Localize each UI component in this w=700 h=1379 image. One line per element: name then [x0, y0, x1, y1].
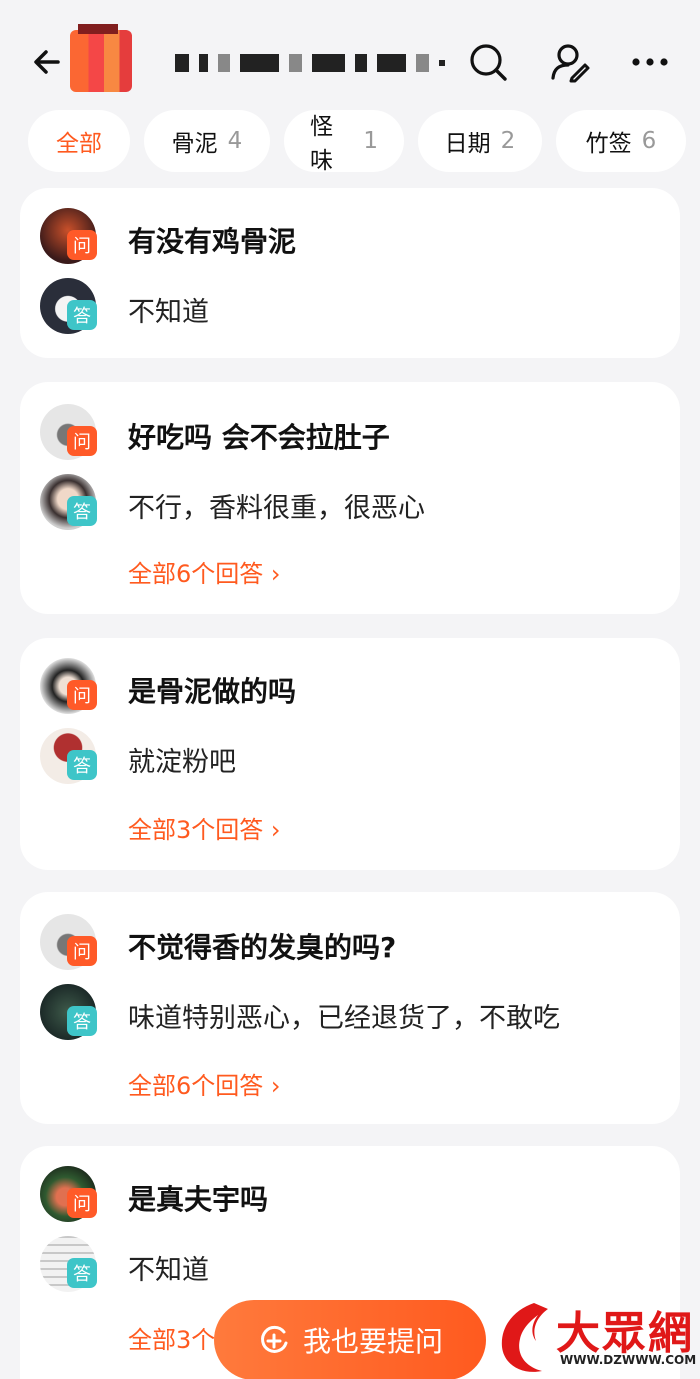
question-badge: 问	[67, 936, 97, 966]
qa-card[interactable]: 问 有没有鸡骨泥 答 不知道	[20, 188, 680, 358]
question-text: 好吃吗 会不会拉肚子	[128, 421, 390, 454]
tab-date[interactable]: 日期 2	[418, 110, 542, 172]
answer-row: 答 不知道	[20, 278, 680, 338]
question-text: 有没有鸡骨泥	[128, 225, 297, 258]
answer-text: 不知道	[128, 1255, 209, 1286]
all-answers-link[interactable]: 全部6个回答 ›	[128, 1066, 281, 1101]
question-row: 问 不觉得香的发臭的吗?	[20, 914, 680, 974]
qa-card[interactable]: 问 好吃吗 会不会拉肚子 答 不行，香料很重，很恶心 全部6个回答 ›	[20, 382, 680, 614]
ask-question-button[interactable]: 我也要提问	[214, 1300, 486, 1379]
flame-logo-icon	[501, 1303, 548, 1372]
tab-bamboo-stick[interactable]: 竹签 6	[556, 110, 686, 172]
qa-card[interactable]: 问 不觉得香的发臭的吗? 答 味道特别恶心，已经退货了，不敢吃 全部6个回答 ›	[20, 892, 680, 1124]
question-row: 问 有没有鸡骨泥	[20, 208, 680, 268]
all-answers-link[interactable]: 全部3个回答 ›	[128, 810, 281, 845]
answer-row: 答 就淀粉吧	[20, 728, 680, 788]
filter-tabs: 全部 骨泥 4 怪味 1 日期 2 竹签 6	[28, 110, 700, 172]
question-badge: 问	[67, 230, 97, 260]
question-row: 问 是真夫宇吗	[20, 1166, 680, 1226]
question-text: 不觉得香的发臭的吗?	[128, 931, 397, 964]
answer-row: 答 不行，香料很重，很恶心	[20, 474, 680, 534]
top-bar	[0, 0, 700, 110]
answer-row: 答 不知道	[20, 1236, 680, 1296]
qa-card[interactable]: 问 是骨泥做的吗 答 就淀粉吧 全部3个回答 ›	[20, 638, 680, 870]
watermark-url: WWW.DZWWW.COM	[560, 1353, 697, 1367]
question-badge: 问	[67, 680, 97, 710]
answer-text: 就淀粉吧	[128, 747, 236, 778]
answer-row: 答 味道特别恶心，已经退货了，不敢吃	[20, 984, 680, 1044]
answer-badge: 答	[67, 300, 97, 330]
user-edit-icon[interactable]	[548, 40, 592, 84]
answer-badge: 答	[67, 750, 97, 780]
answer-text: 不行，香料很重，很恶心	[128, 493, 425, 524]
question-text: 是骨泥做的吗	[128, 675, 297, 708]
back-arrow-icon[interactable]	[30, 44, 66, 80]
question-text: 是真夫宇吗	[128, 1183, 269, 1216]
shop-name-blurred[interactable]	[175, 52, 445, 74]
tab-strange-taste[interactable]: 怪味 1	[284, 110, 404, 172]
answer-badge: 答	[67, 1006, 97, 1036]
search-icon[interactable]	[466, 40, 510, 84]
ask-question-icon	[261, 1325, 288, 1353]
ask-question-label: 我也要提问	[302, 1325, 443, 1358]
question-badge: 问	[67, 426, 97, 456]
answer-text: 不知道	[128, 297, 209, 328]
watermark-logo: 大眾網 WWW.DZWWW.COM	[486, 1295, 700, 1379]
tab-bone-paste[interactable]: 骨泥 4	[144, 110, 270, 172]
more-icon[interactable]	[628, 40, 672, 84]
watermark-name: 大眾網	[556, 1308, 694, 1359]
tab-all[interactable]: 全部	[28, 110, 130, 172]
answer-badge: 答	[67, 496, 97, 526]
question-row: 问 好吃吗 会不会拉肚子	[20, 404, 680, 464]
shop-avatar[interactable]	[70, 24, 132, 92]
question-row: 问 是骨泥做的吗	[20, 658, 680, 718]
question-badge: 问	[67, 1188, 97, 1218]
answer-badge: 答	[67, 1258, 97, 1288]
answer-text: 味道特别恶心，已经退货了，不敢吃	[128, 1003, 560, 1034]
all-answers-link[interactable]: 全部6个回答 ›	[128, 554, 281, 589]
